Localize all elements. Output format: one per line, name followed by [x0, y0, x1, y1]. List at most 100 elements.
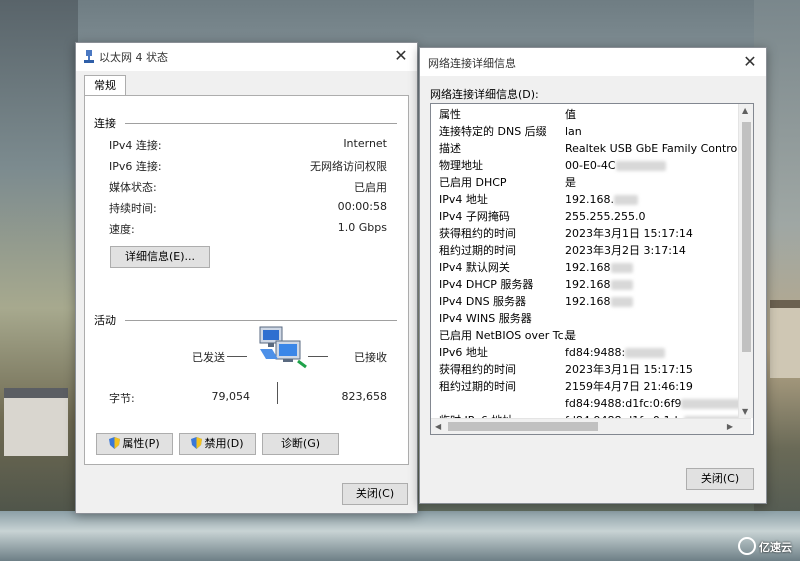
redacted-blur — [625, 348, 666, 358]
property-value-text: 192.168. — [565, 193, 614, 206]
speed-label: 速度: — [109, 223, 135, 236]
ipv6-connectivity-label: IPv6 连接: — [109, 160, 162, 173]
property-name: IPv4 WINS 服务器 — [439, 312, 532, 325]
media-state-value: 已启用 — [354, 181, 387, 194]
property-value-text: 192.168 — [565, 295, 611, 308]
list-item[interactable]: 描述 Realtek USB GbE Family Controller # — [431, 140, 754, 157]
column-header-value[interactable]: 值 — [565, 106, 576, 123]
scroll-up-icon[interactable]: ▲ — [742, 106, 748, 115]
property-value: 2023年3月2日 3:17:14 — [565, 242, 686, 259]
diagnose-button[interactable]: 诊断(G) — [262, 433, 339, 455]
list-item[interactable]: 获得租约的时间 2023年3月1日 15:17:14 — [431, 225, 751, 242]
redacted-blur — [613, 195, 638, 205]
sent-label: 已发送 — [192, 351, 225, 364]
list-item[interactable]: fd84:9488:d1fc:0:6f9 — [431, 395, 751, 412]
property-value: 2159年4月7日 21:46:19 — [565, 378, 693, 395]
status-titlebar[interactable]: 以太网 4 状态 ✕ — [76, 43, 417, 72]
property-name: 获得租约的时间 — [439, 363, 516, 376]
list-item[interactable]: 已启用 DHCP 是 — [431, 174, 751, 191]
properties-button-label: 属性(P) — [122, 437, 160, 450]
property-value-text: fd84:9488: — [565, 346, 626, 359]
watermark: 亿速云 — [738, 537, 792, 555]
details-list-label: 网络连接详细信息(D): — [430, 88, 539, 101]
ipv4-connectivity-label: IPv4 连接: — [109, 139, 162, 152]
details-list[interactable]: 属性 值 连接特定的 DNS 后缀 lan 描述 Realtek USB GbE Fa… — [430, 103, 754, 435]
duration-label: 持续时间: — [109, 202, 157, 215]
property-name: IPv4 地址 — [439, 193, 488, 206]
details-titlebar[interactable]: 网络连接详细信息 ✕ — [420, 48, 766, 76]
speed-value: 1.0 Gbps — [337, 221, 387, 234]
property-name: IPv4 子网掩码 — [439, 210, 510, 223]
received-label: 已接收 — [354, 351, 387, 364]
list-item[interactable]: IPv4 DHCP 服务器 192.168 — [431, 276, 751, 293]
list-item[interactable]: 物理地址 00-E0-4C — [431, 157, 751, 174]
list-item[interactable]: IPv4 子网掩码 255.255.255.0 — [431, 208, 751, 225]
scroll-down-icon[interactable]: ▼ — [742, 407, 748, 416]
scroll-right-icon[interactable]: ▶ — [727, 422, 733, 431]
list-item[interactable]: 获得租约的时间 2023年3月1日 15:17:15 — [431, 361, 751, 378]
horizontal-scrollbar[interactable]: ◀ ▶ — [431, 418, 751, 434]
bytes-separator — [277, 382, 278, 404]
list-item[interactable]: 连接特定的 DNS 后缀 lan — [431, 123, 751, 140]
property-value: fd84:9488:d1fc:0:6f9 — [565, 395, 742, 412]
property-name: IPv4 DHCP 服务器 — [439, 278, 534, 291]
list-item[interactable]: 租约过期的时间 2159年4月7日 21:46:19 — [431, 378, 751, 395]
property-value: 192.168 — [565, 259, 633, 276]
list-item[interactable]: IPv4 默认网关 192.168 — [431, 259, 751, 276]
property-name: 已启用 DHCP — [439, 176, 507, 189]
property-value: 192.168. — [565, 191, 638, 208]
property-value-text: fd84:9488:d1fc:0:6f9 — [565, 397, 682, 410]
redacted-blur — [615, 161, 666, 171]
activity-section-label: 活动 — [94, 314, 116, 327]
activity-divider — [125, 320, 397, 321]
property-name: 获得租约的时间 — [439, 227, 516, 240]
property-value-text: 是 — [565, 329, 576, 342]
details-close-button[interactable]: 关闭(C) — [686, 468, 754, 490]
property-name: 租约过期的时间 — [439, 244, 516, 257]
bytes-received-value: 823,658 — [341, 390, 388, 403]
list-item[interactable]: IPv4 DNS 服务器 192.168 — [431, 293, 751, 310]
redacted-blur — [610, 297, 633, 307]
ethernet-icon — [84, 50, 94, 63]
column-header-property[interactable]: 属性 — [439, 106, 461, 123]
shield-icon — [109, 437, 121, 449]
list-item[interactable]: 已启用 NetBIOS over Tc... 是 — [431, 327, 751, 344]
vertical-scrollbar[interactable]: ▲ ▼ — [738, 104, 753, 418]
close-icon[interactable]: ✕ — [740, 51, 760, 73]
vertical-scroll-thumb[interactable] — [742, 122, 751, 352]
disable-button-label: 禁用(D) — [204, 437, 244, 450]
property-value: 00-E0-4C — [565, 157, 666, 174]
close-button[interactable]: 关闭(C) — [342, 483, 408, 505]
disable-button[interactable]: 禁用(D) — [179, 433, 256, 455]
property-name: 物理地址 — [439, 159, 483, 172]
property-value: 192.168 — [565, 276, 633, 293]
connection-section-label: 连接 — [94, 117, 116, 130]
close-icon[interactable]: ✕ — [391, 45, 411, 67]
background-water — [0, 511, 800, 561]
properties-button[interactable]: 属性(P) — [96, 433, 173, 455]
shield-icon — [191, 437, 203, 449]
bytes-label: 字节: — [109, 392, 135, 405]
property-value-text: 2159年4月7日 21:46:19 — [565, 380, 693, 393]
property-value-text: 192.168 — [565, 278, 611, 291]
scroll-left-icon[interactable]: ◀ — [435, 422, 441, 431]
list-item[interactable]: 租约过期的时间 2023年3月2日 3:17:14 — [431, 242, 751, 259]
property-value-text: 2023年3月2日 3:17:14 — [565, 244, 686, 257]
list-item[interactable]: IPv6 地址 fd84:9488: — [431, 344, 751, 361]
property-value: lan — [565, 123, 582, 140]
redacted-blur — [610, 280, 633, 290]
ethernet-status-window: 以太网 4 状态 ✕ 常规 连接 IPv4 连接: Internet IPv6 … — [75, 42, 418, 514]
property-name: 已启用 NetBIOS over Tc... — [439, 329, 575, 342]
property-name: 租约过期的时间 — [439, 380, 516, 393]
details-button[interactable]: 详细信息(E)... — [110, 246, 210, 268]
redacted-blur — [681, 399, 742, 409]
list-item[interactable]: IPv4 WINS 服务器 — [431, 310, 751, 327]
duration-value: 00:00:58 — [337, 200, 387, 213]
property-value: 是 — [565, 327, 576, 344]
horizontal-scroll-thumb[interactable] — [448, 422, 598, 431]
list-item[interactable]: IPv4 地址 192.168. — [431, 191, 751, 208]
property-value: 2023年3月1日 15:17:14 — [565, 225, 693, 242]
property-value-text: Realtek USB GbE Family Controller # — [565, 142, 754, 155]
tab-general[interactable]: 常规 — [84, 75, 126, 96]
property-name: IPv6 地址 — [439, 346, 488, 359]
